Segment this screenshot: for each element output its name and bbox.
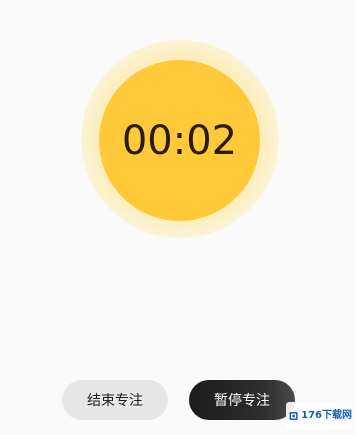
- watermark-logo-icon: [289, 411, 298, 421]
- end-focus-label: 结束专注: [87, 393, 143, 409]
- timer-circle: 00:02: [99, 60, 260, 221]
- watermark: 176下载网: [286, 402, 352, 430]
- end-focus-button[interactable]: 结束专注: [62, 380, 168, 420]
- pause-focus-button[interactable]: 暂停专注: [189, 380, 295, 420]
- watermark-text: 176下载网: [301, 410, 352, 421]
- focus-timer-screen: 00:02 结束专注 暂停专注 176下载网: [0, 0, 355, 435]
- timer-display: 00:02: [121, 117, 238, 164]
- pause-focus-label: 暂停专注: [214, 393, 270, 409]
